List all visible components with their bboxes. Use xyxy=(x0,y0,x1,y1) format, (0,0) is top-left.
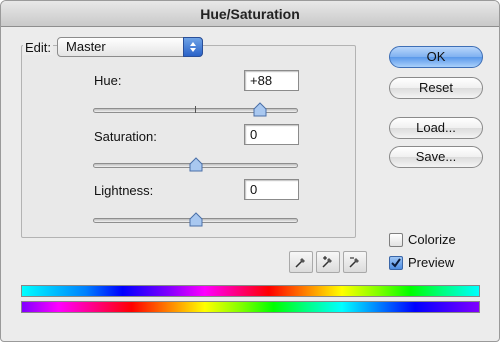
hue-saturation-dialog: Hue/Saturation Edit: Master Hue: +88 Sat… xyxy=(0,0,500,342)
saturation-label: Saturation: xyxy=(94,129,157,144)
preview-checkbox[interactable] xyxy=(389,255,403,270)
hue-center-tick xyxy=(195,106,196,113)
edit-label: Edit: xyxy=(23,39,54,55)
eyedropper-plus-icon xyxy=(322,256,332,268)
input-spectrum-bar xyxy=(21,285,480,297)
saturation-input[interactable]: 0 xyxy=(244,124,299,145)
hue-label: Hue: xyxy=(94,73,122,88)
preview-label: Preview xyxy=(408,255,455,270)
edit-channel-popup[interactable]: Master xyxy=(57,37,204,57)
output-spectrum-bar xyxy=(21,301,480,313)
hue-slider-thumb[interactable] xyxy=(253,102,267,117)
popup-arrows-icon xyxy=(183,37,204,57)
reset-button[interactable]: Reset xyxy=(389,77,483,99)
preview-option[interactable]: Preview xyxy=(389,255,454,270)
ok-button[interactable]: OK xyxy=(389,46,483,68)
edit-channel-value: Master xyxy=(66,39,106,54)
save-button[interactable]: Save... xyxy=(389,146,483,168)
eyedropper-minus-icon xyxy=(349,257,359,268)
load-button[interactable]: Load... xyxy=(389,117,483,139)
colorize-checkbox[interactable] xyxy=(389,232,403,247)
eyedropper-button[interactable] xyxy=(289,251,313,273)
eyedropper-icon xyxy=(295,258,305,268)
edit-row: Edit: Master xyxy=(23,37,204,57)
colorize-option[interactable]: Colorize xyxy=(389,232,456,247)
eyedropper-plus-button[interactable] xyxy=(316,251,340,273)
eyedropper-minus-button[interactable] xyxy=(343,251,367,273)
lightness-label: Lightness: xyxy=(94,183,154,198)
window-title: Hue/Saturation xyxy=(1,1,499,27)
colorize-label: Colorize xyxy=(408,232,456,247)
lightness-input[interactable]: 0 xyxy=(244,179,299,200)
hue-input[interactable]: +88 xyxy=(244,70,299,91)
adjustment-group xyxy=(21,45,356,238)
saturation-slider-thumb[interactable] xyxy=(189,157,203,172)
checkmark-icon xyxy=(391,257,401,268)
lightness-slider-thumb[interactable] xyxy=(189,212,203,227)
